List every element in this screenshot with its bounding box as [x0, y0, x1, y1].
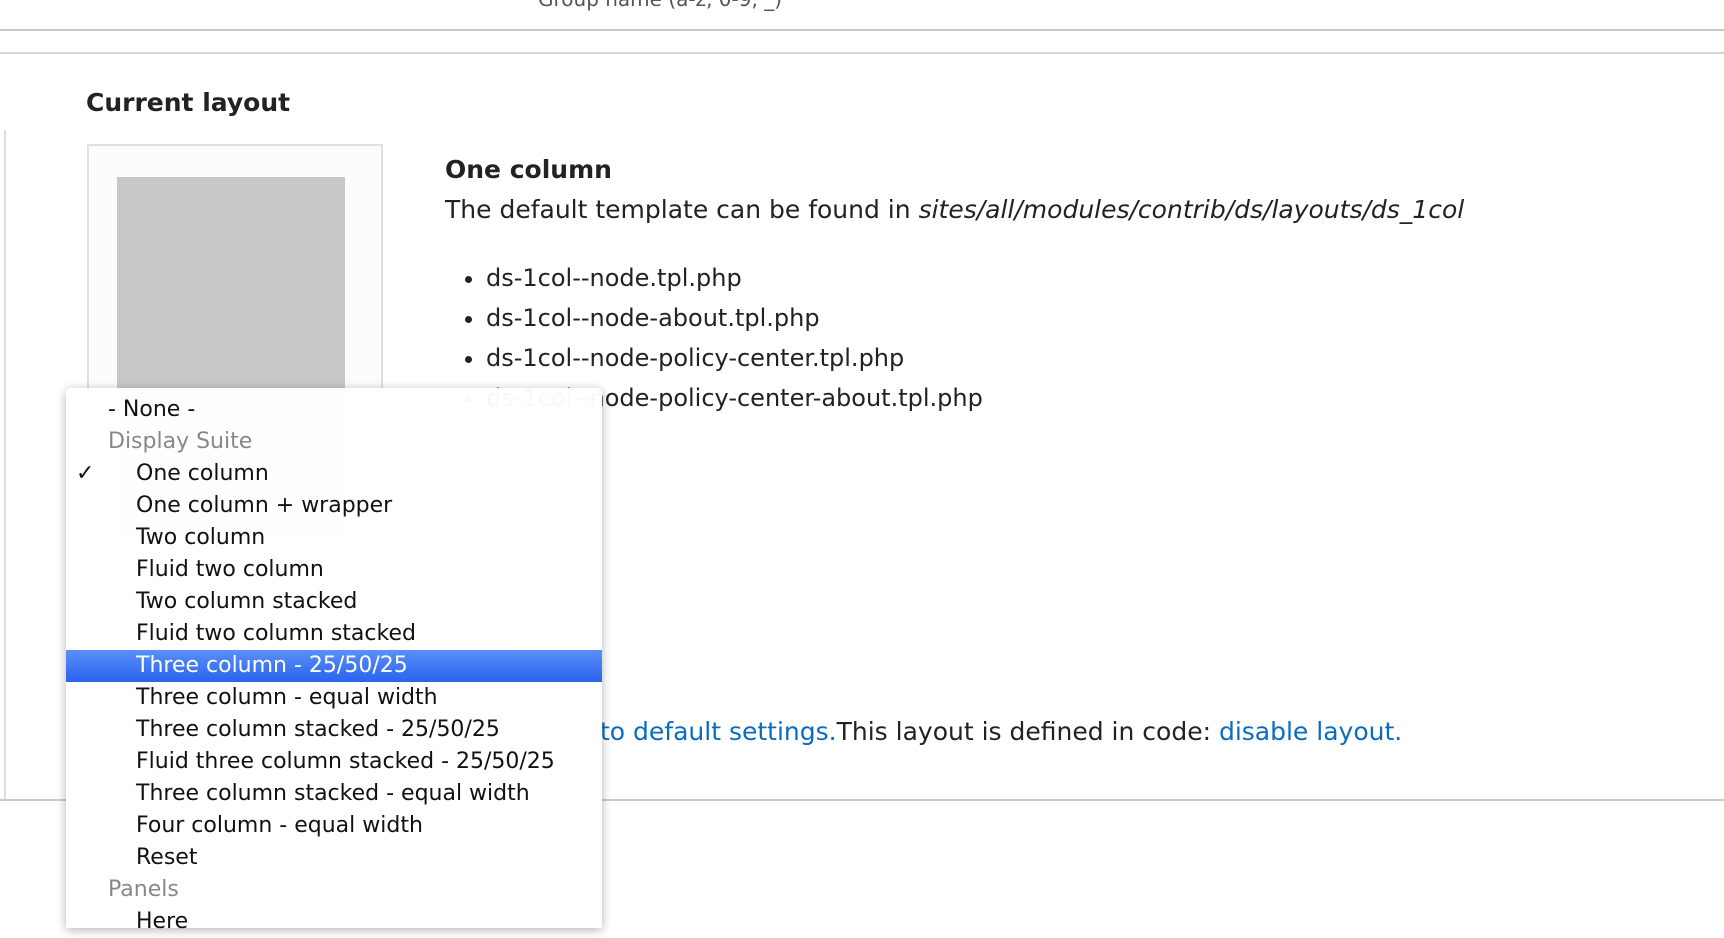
- dropdown-option[interactable]: Fluid two column: [66, 554, 602, 586]
- option-label: Three column stacked - equal width: [136, 781, 530, 806]
- layout-description: The default template can be found in sit…: [445, 195, 1464, 224]
- option-label: Two column: [136, 525, 266, 550]
- list-item: ds-1col--node.tpl.php: [486, 258, 983, 298]
- option-label: One column + wrapper: [136, 493, 393, 518]
- option-label: Here: [136, 909, 189, 934]
- divider: [0, 52, 1724, 54]
- option-group-label: Display Suite: [66, 426, 602, 458]
- dropdown-option[interactable]: Here: [66, 906, 602, 938]
- option-label: Fluid two column: [136, 557, 324, 582]
- option-label: Reset: [136, 845, 198, 870]
- option-label: Fluid three column stacked - 25/50/25: [136, 749, 555, 774]
- disable-layout-link[interactable]: disable layout.: [1219, 717, 1402, 746]
- dropdown-option[interactable]: Fluid three column stacked - 25/50/25: [66, 746, 602, 778]
- checkmark-icon: ✓: [76, 461, 95, 486]
- dropdown-option[interactable]: Reset: [66, 842, 602, 874]
- current-layout-heading: Current layout: [86, 88, 291, 117]
- description-text: The default template can be found in: [445, 195, 919, 224]
- option-label: Three column - 25/50/25: [136, 653, 408, 678]
- option-label: - None -: [108, 397, 196, 422]
- option-label: Two column stacked: [136, 589, 358, 614]
- option-label: Three column - equal width: [136, 685, 438, 710]
- divider: [4, 130, 6, 800]
- layout-select-dropdown[interactable]: - None - Display Suite ✓ One column One colu…: [66, 388, 602, 934]
- layout-footer: to default settings.This layout is defin…: [600, 717, 1402, 746]
- option-group-label: Panels: [66, 874, 602, 906]
- dropdown-option[interactable]: Fluid two column stacked: [66, 618, 602, 650]
- dropdown-option[interactable]: Three column - equal width: [66, 682, 602, 714]
- dropdown-option[interactable]: One column + wrapper: [66, 490, 602, 522]
- revert-link[interactable]: to default settings.: [600, 717, 837, 746]
- option-label: Display Suite: [108, 429, 253, 454]
- option-label: Three column stacked - 25/50/25: [136, 717, 500, 742]
- dropdown-option[interactable]: Three column stacked - 25/50/25: [66, 714, 602, 746]
- list-item: ds-1col--node-about.tpl.php: [486, 298, 983, 338]
- template-path: sites/all/modules/contrib/ds/layouts/ds_…: [918, 195, 1465, 224]
- dropdown-option[interactable]: - None -: [66, 394, 602, 426]
- dropdown-option[interactable]: Three column - 25/50/25: [66, 650, 602, 682]
- dropdown-option[interactable]: Two column: [66, 522, 602, 554]
- option-label: Fluid two column stacked: [136, 621, 416, 646]
- defined-in-code-text: This layout is defined in code:: [836, 717, 1219, 746]
- dropdown-option[interactable]: ✓ One column: [66, 458, 602, 490]
- divider: [0, 29, 1724, 31]
- layout-title: One column: [445, 155, 612, 184]
- group-name-label: Group name (a-z, 0-9, _): [538, 0, 782, 11]
- option-label: One column: [136, 461, 269, 486]
- option-label: Panels: [108, 877, 179, 902]
- dropdown-option[interactable]: Four column - equal width: [66, 810, 602, 842]
- dropdown-option[interactable]: Three column stacked - equal width: [66, 778, 602, 810]
- dropdown-option[interactable]: Two column stacked: [66, 586, 602, 618]
- option-label: Four column - equal width: [136, 813, 423, 838]
- list-item: ds-1col--node-policy-center.tpl.php: [486, 338, 983, 378]
